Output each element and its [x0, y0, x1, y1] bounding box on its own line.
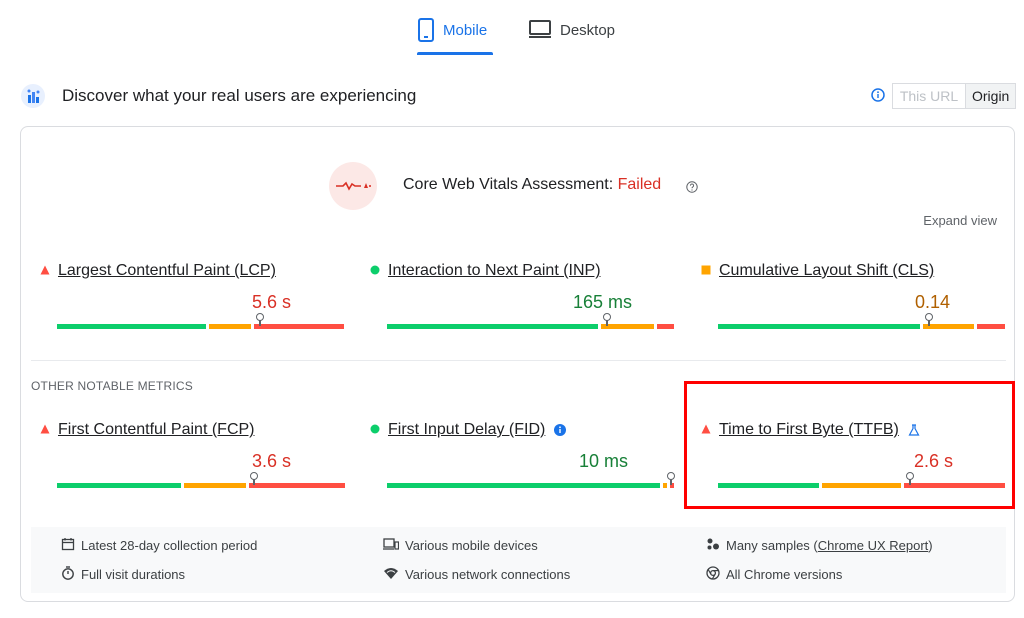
- distribution-bar: [57, 472, 345, 488]
- info-icon[interactable]: [871, 88, 885, 102]
- poor-triangle-icon: [40, 421, 50, 439]
- needs-improvement-segment: [601, 324, 654, 329]
- p75-marker: [250, 472, 258, 485]
- metric-name-link[interactable]: Cumulative Layout Shift (CLS): [719, 262, 934, 280]
- metric-name-link[interactable]: Interaction to Next Paint (INP): [388, 262, 601, 280]
- metric-value: 5.6 s: [252, 292, 292, 312]
- metric-fid: First Input Delay (FID) 10 ms: [370, 421, 675, 501]
- distribution-bar: [57, 313, 344, 329]
- footer-item-devices: Various mobile devices: [383, 537, 538, 554]
- url-origin-toggle: This URL Origin: [892, 83, 1017, 109]
- footer-text: All Chrome versions: [726, 567, 843, 582]
- metric-name-link[interactable]: Largest Contentful Paint (LCP): [58, 262, 276, 280]
- metric-name-row: Interaction to Next Paint (INP): [370, 262, 601, 280]
- heartbeat-icon: [329, 162, 377, 210]
- metric-name-link[interactable]: First Input Delay (FID): [388, 421, 545, 439]
- poor-segment: [657, 324, 674, 329]
- metric-value: 10 ms: [579, 451, 629, 471]
- needs-improvement-segment: [184, 483, 246, 488]
- metric-name-link[interactable]: First Contentful Paint (FCP): [58, 421, 255, 439]
- needs-improvement-segment: [663, 483, 667, 488]
- good-segment: [387, 483, 660, 488]
- data-source-footer: Latest 28-day collection period Various …: [31, 527, 1006, 593]
- crux-logo-icon: [20, 83, 46, 109]
- footer-item-durations: Full visit durations: [61, 566, 185, 583]
- metric-value: 165 ms: [573, 292, 633, 312]
- assessment-title: Core Web Vitals Assessment: Failed: [403, 176, 661, 194]
- footer-text-suffix: ): [928, 538, 933, 553]
- crux-header: Discover what your real users are experi…: [20, 80, 1017, 112]
- samples-icon: [706, 537, 726, 554]
- good-segment: [57, 483, 181, 488]
- needs-improvement-segment: [923, 324, 974, 329]
- metric-cls: Cumulative Layout Shift (CLS) 0.14: [701, 262, 1005, 342]
- good-segment: [387, 324, 598, 329]
- field-data-card: Core Web Vitals Assessment: Failed Expan…: [20, 126, 1015, 602]
- calendar-icon: [61, 537, 81, 554]
- poor-segment: [977, 324, 1005, 329]
- needs-improvement-segment: [209, 324, 251, 329]
- wifi-icon: [383, 566, 405, 583]
- distribution-bar: [387, 313, 674, 329]
- smartphone-icon: [417, 18, 435, 46]
- ttfb-highlight-box: [684, 381, 1015, 509]
- good-circle-icon: [370, 421, 380, 439]
- timer-icon: [61, 566, 81, 583]
- p75-marker: [667, 472, 675, 485]
- footer-text: Various mobile devices: [405, 538, 538, 553]
- tab-mobile[interactable]: Mobile: [417, 18, 493, 54]
- footer-item-network: Various network connections: [383, 566, 570, 583]
- this-url-button[interactable]: This URL: [893, 84, 965, 108]
- devices-icon: [383, 537, 405, 554]
- assessment-label: Core Web Vitals Assessment:: [403, 176, 614, 193]
- p75-marker: [925, 313, 933, 326]
- metric-name-row: Largest Contentful Paint (LCP): [40, 262, 276, 280]
- poor-segment: [249, 483, 345, 488]
- footer-item-samples: Many samples (Chrome UX Report): [706, 537, 933, 554]
- distribution-bar: [387, 472, 675, 488]
- metric-lcp: Largest Contentful Paint (LCP) 5.6 s: [40, 262, 344, 342]
- metric-name-row: Cumulative Layout Shift (CLS): [701, 262, 934, 280]
- info-filled-icon[interactable]: [554, 424, 567, 436]
- metric-fcp: First Contentful Paint (FCP) 3.6 s: [40, 421, 345, 501]
- footer-item-chrome: All Chrome versions: [706, 566, 842, 583]
- chrome-ux-report-link[interactable]: Chrome UX Report: [818, 538, 929, 553]
- metric-name-row: First Input Delay (FID): [370, 421, 567, 439]
- poor-segment: [254, 324, 344, 329]
- active-tab-indicator: [417, 52, 493, 55]
- poor-triangle-icon: [40, 262, 50, 280]
- metric-value: 0.14: [915, 292, 951, 312]
- footer-item-period: Latest 28-day collection period: [61, 537, 257, 554]
- metric-name-row: First Contentful Paint (FCP): [40, 421, 255, 439]
- chrome-icon: [706, 566, 726, 583]
- tab-desktop-label: Desktop: [560, 22, 616, 39]
- tab-mobile-label: Mobile: [443, 22, 488, 39]
- metric-inp: Interaction to Next Paint (INP) 165 ms: [370, 262, 674, 342]
- page-title: Discover what your real users are experi…: [62, 86, 417, 105]
- p75-marker: [256, 313, 264, 326]
- good-segment: [718, 324, 920, 329]
- monitor-icon: [528, 18, 552, 44]
- p75-marker: [603, 313, 611, 326]
- origin-button[interactable]: Origin: [965, 84, 1016, 108]
- needs-square-icon: [701, 262, 711, 280]
- other-metrics-heading: OTHER NOTABLE METRICS: [31, 379, 193, 393]
- device-tabs: Mobile Desktop: [0, 0, 1024, 60]
- section-divider: [31, 360, 1006, 361]
- good-circle-icon: [370, 262, 380, 280]
- footer-text: Latest 28-day collection period: [81, 538, 258, 553]
- footer-text: Various network connections: [405, 567, 571, 582]
- footer-text: Many samples (: [726, 538, 818, 553]
- help-icon[interactable]: [686, 180, 698, 193]
- metric-value: 3.6 s: [252, 451, 292, 471]
- distribution-bar: [718, 313, 1005, 329]
- footer-text: Full visit durations: [81, 567, 186, 582]
- assessment-status: Failed: [617, 176, 662, 193]
- good-segment: [57, 324, 206, 329]
- expand-view-link[interactable]: Expand view: [923, 213, 997, 228]
- tab-desktop[interactable]: Desktop: [528, 18, 628, 54]
